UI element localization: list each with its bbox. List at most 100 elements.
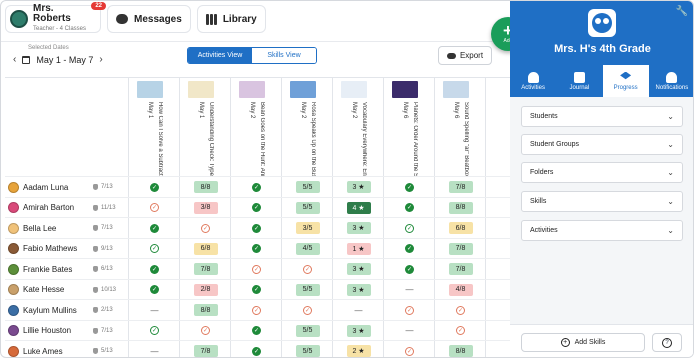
messages-button[interactable]: Messages xyxy=(107,5,191,33)
user-menu[interactable]: Mrs. Roberts Teacher - 4 Classes 22 xyxy=(5,2,106,33)
progress-cell[interactable]: ✓ xyxy=(231,280,282,300)
progress-cell[interactable]: ✓ xyxy=(231,321,282,341)
library-button[interactable]: Library xyxy=(196,5,266,33)
progress-cell[interactable]: ✓ xyxy=(384,198,435,218)
progress-cell[interactable]: — xyxy=(333,300,384,320)
next-week-arrow-icon[interactable]: › xyxy=(99,54,102,65)
student-name-cell[interactable]: Amirah Barton xyxy=(8,198,74,218)
progress-cell[interactable]: 5/5 xyxy=(282,198,333,218)
progress-cell[interactable]: — xyxy=(129,341,180,357)
activity-column-header[interactable]: May 2 Rosa Speaks Up on the Bus: Summari.… xyxy=(282,78,333,176)
progress-cell[interactable]: 8/8 xyxy=(435,198,486,218)
progress-cell[interactable]: — xyxy=(384,280,435,300)
progress-cell[interactable]: ✓ xyxy=(435,321,486,341)
progress-cell[interactable]: 7/8 xyxy=(180,259,231,279)
progress-cell[interactable]: ✓ xyxy=(384,300,435,320)
progress-cell[interactable]: ✓ xyxy=(180,321,231,341)
progress-cell[interactable]: ✓ xyxy=(231,341,282,357)
previous-week-arrow-icon[interactable]: ‹ xyxy=(13,54,16,65)
progress-cell[interactable]: ✓ xyxy=(231,198,282,218)
progress-cell[interactable]: 5/5 xyxy=(282,341,333,357)
progress-cell[interactable]: 3 ★ xyxy=(333,259,384,279)
student-name-cell[interactable]: Kaylum Mullins xyxy=(8,300,77,320)
tab-journal[interactable]: Journal xyxy=(556,65,602,97)
activity-column-header[interactable]: May 6 Sound Spelling "ar" Beatbox Segment… xyxy=(435,78,486,176)
filter-activities[interactable]: Activities ⌄ xyxy=(521,220,683,241)
progress-cell[interactable]: 8/8 xyxy=(180,177,231,197)
progress-cell[interactable]: 1 ★ xyxy=(333,239,384,259)
tab-notifications[interactable]: Notifications xyxy=(649,65,693,97)
progress-cell[interactable]: 3/8 xyxy=(180,198,231,218)
student-name-cell[interactable]: Bella Lee xyxy=(8,218,56,238)
progress-cell[interactable]: 3/5 xyxy=(282,218,333,238)
progress-cell[interactable]: ✓ xyxy=(231,218,282,238)
student-name-cell[interactable]: Frankie Bates xyxy=(8,259,72,279)
progress-cell[interactable]: 3 ★ xyxy=(333,321,384,341)
progress-cell[interactable]: ✓ xyxy=(231,259,282,279)
progress-cell[interactable]: 6/8 xyxy=(180,239,231,259)
progress-cell[interactable]: 3 ★ xyxy=(333,280,384,300)
progress-cell[interactable]: ✓ xyxy=(384,239,435,259)
progress-cell[interactable]: ✓ xyxy=(129,177,180,197)
student-name-cell[interactable]: Kate Hesse xyxy=(8,280,64,300)
progress-cell[interactable]: — xyxy=(384,321,435,341)
help-button[interactable]: ? xyxy=(652,333,682,352)
progress-cell[interactable]: 3 ★ xyxy=(333,177,384,197)
progress-cell[interactable]: 6/8 xyxy=(435,218,486,238)
progress-cell[interactable]: 8/8 xyxy=(180,300,231,320)
progress-cell[interactable]: ✓ xyxy=(129,198,180,218)
student-name-cell[interactable]: Lillie Houston xyxy=(8,321,71,341)
tab-progress[interactable]: Progress xyxy=(602,65,649,97)
activity-column-header[interactable]: May 2 Bean Goes on the Hunt: Animation xyxy=(231,78,282,176)
filter-skills[interactable]: Skills ⌄ xyxy=(521,191,683,212)
progress-cell[interactable]: ✓ xyxy=(231,300,282,320)
activities-view-button[interactable]: Activities View xyxy=(188,48,252,63)
progress-cell[interactable]: 2 ★ xyxy=(333,341,384,357)
progress-cell[interactable]: ✓ xyxy=(129,239,180,259)
student-name-cell[interactable]: Aadam Luna xyxy=(8,177,68,197)
progress-cell[interactable]: ✓ xyxy=(384,259,435,279)
activity-column-header[interactable]: May 6 Planets: Order Around the Sun xyxy=(384,78,435,176)
progress-cell[interactable]: ✓ xyxy=(231,177,282,197)
progress-cell[interactable]: 2/8 xyxy=(180,280,231,300)
progress-cell[interactable]: 7/8 xyxy=(435,259,486,279)
progress-cell[interactable]: ✓ xyxy=(282,259,333,279)
tab-activities[interactable]: Activities xyxy=(510,65,556,97)
progress-cell[interactable]: ✓ xyxy=(384,177,435,197)
progress-cell[interactable]: ✓ xyxy=(129,280,180,300)
progress-cell[interactable]: ✓ xyxy=(282,300,333,320)
progress-cell[interactable]: ✓ xyxy=(180,218,231,238)
progress-cell[interactable]: ✓ xyxy=(384,341,435,357)
filter-student-groups[interactable]: Student Groups ⌄ xyxy=(521,134,683,155)
export-button[interactable]: Export xyxy=(438,46,492,65)
activity-column-header[interactable]: May 1 How Can I Solve a Subtraction Word.… xyxy=(129,78,180,176)
progress-cell[interactable]: 4 ★ xyxy=(333,198,384,218)
progress-cell[interactable]: 5/5 xyxy=(282,321,333,341)
progress-cell[interactable]: 3 ★ xyxy=(333,218,384,238)
progress-cell[interactable]: 7/8 xyxy=(435,239,486,259)
progress-cell[interactable]: 5/5 xyxy=(282,280,333,300)
progress-cell[interactable]: 4/5 xyxy=(282,239,333,259)
progress-cell[interactable]: — xyxy=(129,300,180,320)
filter-folders[interactable]: Folders ⌄ xyxy=(521,162,683,183)
student-name-cell[interactable]: Luke Ames xyxy=(8,341,63,357)
student-name-cell[interactable]: Fabio Mathews xyxy=(8,239,77,259)
add-skills-button[interactable]: + Add Skills xyxy=(521,333,645,352)
skills-view-button[interactable]: Skills View xyxy=(252,48,316,63)
progress-cell[interactable]: 4/8 xyxy=(435,280,486,300)
activity-column-header[interactable]: May 1 Understanding Check: Types of Angle… xyxy=(180,78,231,176)
filter-students[interactable]: Students ⌄ xyxy=(521,106,683,127)
wrench-settings-icon[interactable]: 🔧 xyxy=(676,6,688,17)
progress-cell[interactable]: ✓ xyxy=(129,321,180,341)
date-range-value[interactable]: May 1 - May 7 xyxy=(36,55,93,65)
activity-column-header[interactable]: May 2 Vocabulary Everywhere: Entrepreneur… xyxy=(333,78,384,176)
progress-cell[interactable]: 8/8 xyxy=(435,341,486,357)
progress-cell[interactable]: ✓ xyxy=(129,259,180,279)
progress-cell[interactable]: ✓ xyxy=(129,218,180,238)
progress-cell[interactable]: ✓ xyxy=(231,239,282,259)
progress-cell[interactable]: 7/8 xyxy=(180,341,231,357)
progress-cell[interactable]: 7/8 xyxy=(435,177,486,197)
progress-cell[interactable]: 5/5 xyxy=(282,177,333,197)
progress-cell[interactable]: ✓ xyxy=(435,300,486,320)
progress-cell[interactable]: ✓ xyxy=(384,218,435,238)
